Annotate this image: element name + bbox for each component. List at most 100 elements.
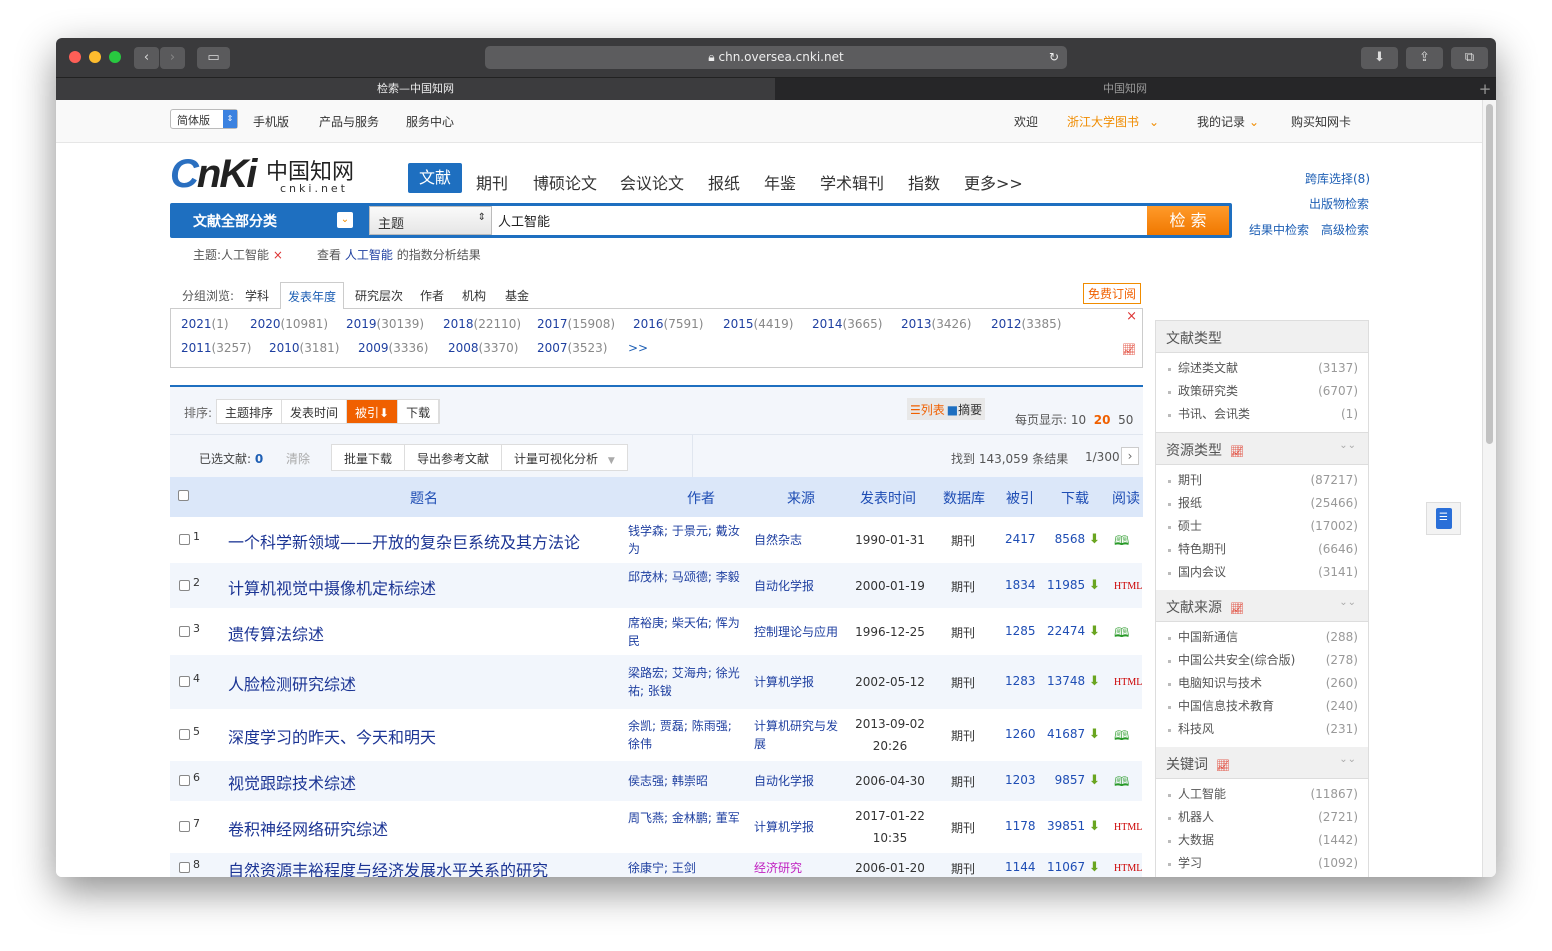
download-cell[interactable]: 41687 ⬇ (1047, 727, 1100, 741)
minimize-window-button[interactable] (89, 51, 101, 63)
trend-chart-icon[interactable]: 📈︎ (1122, 343, 1136, 356)
column-header-7[interactable]: 阅读 (1112, 488, 1140, 508)
row-checkbox[interactable] (179, 821, 190, 832)
facet-item[interactable]: 电脑知识与技术(260) (1156, 672, 1368, 695)
cross-db-link[interactable]: 跨库选择(8) (1305, 170, 1370, 187)
clear-button[interactable]: 清除 (286, 450, 310, 467)
read-cell[interactable]: 🕮︎ (1114, 532, 1129, 554)
expand-icon[interactable]: ⌄⌄ (1339, 440, 1356, 451)
column-header-2[interactable]: 来源 (787, 488, 815, 508)
sort-option-2[interactable]: 被引⬇ (347, 400, 398, 423)
download-cell[interactable]: 22474 ⬇ (1047, 624, 1100, 638)
back-button[interactable]: ‹ (134, 47, 159, 69)
sort-option-1[interactable]: 发表时间 (282, 400, 347, 423)
nav-item-newspapers[interactable]: 报纸 (708, 170, 740, 194)
facet-item[interactable]: 报纸(25466) (1156, 492, 1368, 515)
row-checkbox[interactable] (179, 534, 190, 545)
nav-item-literature[interactable]: 文献 (408, 163, 462, 193)
download-icon[interactable]: ⬇ (1089, 580, 1100, 592)
publication-search-link[interactable]: 出版物检索 (1309, 195, 1369, 212)
download-cell[interactable]: 8568 ⬇ (1055, 532, 1100, 546)
download-icon[interactable]: ⬇ (1089, 775, 1100, 787)
year-filter-2015[interactable]: 2015(4419) (723, 317, 793, 331)
citation-count[interactable]: 1178 (1005, 819, 1036, 833)
read-cell[interactable]: HTML (1114, 674, 1142, 688)
year-filter-2007[interactable]: 2007(3523) (537, 341, 607, 355)
column-header-5[interactable]: 被引 (1006, 488, 1034, 508)
source-link[interactable]: 自动化学报 (754, 577, 844, 595)
facet-item[interactable]: 中国信息技术教育(240) (1156, 695, 1368, 718)
download-icon[interactable]: ⬇ (1089, 862, 1100, 874)
citation-count[interactable]: 2417 (1005, 532, 1036, 546)
nav-item-conferences[interactable]: 会议论文 (620, 170, 684, 194)
vertical-scrollbar[interactable] (1482, 100, 1496, 877)
download-cell[interactable]: 11067 ⬇ (1047, 860, 1100, 874)
facet-item[interactable]: 中国新通信(288) (1156, 626, 1368, 649)
citation-count[interactable]: 1834 (1005, 578, 1036, 592)
reload-icon[interactable]: ↻ (1049, 46, 1059, 69)
year-filter-2009[interactable]: 2009(3336) (358, 341, 428, 355)
year-filter-2012[interactable]: 2012(3385) (991, 317, 1061, 331)
read-cell[interactable]: HTML (1114, 860, 1142, 874)
download-cell[interactable]: 9857 ⬇ (1055, 773, 1100, 787)
cnki-logo[interactable]: CnKi中国知网cnki.net (170, 152, 375, 198)
source-link[interactable]: 自动化学报 (754, 772, 844, 790)
field-select[interactable]: 主题⇕ (369, 206, 492, 235)
facet-item[interactable]: 人工智能(11867) (1156, 783, 1368, 806)
title-link[interactable]: 视觉跟踪技术综述 (228, 770, 356, 794)
facet-item[interactable]: 中国公共安全(综合版)(278) (1156, 649, 1368, 672)
row-checkbox[interactable] (179, 626, 190, 637)
facet-item[interactable]: 期刊(87217) (1156, 469, 1368, 492)
trend-chart-icon[interactable]: 📈︎ (1216, 759, 1230, 772)
row-checkbox[interactable] (179, 580, 190, 591)
download-icon[interactable]: ⬇ (1089, 676, 1100, 688)
year-filter-2016[interactable]: 2016(7591) (633, 317, 703, 331)
download-icon[interactable]: ⬇ (1089, 729, 1100, 741)
facet-item[interactable]: 硕士(17002) (1156, 515, 1368, 538)
citation-count[interactable]: 1203 (1005, 773, 1036, 787)
sidebar-toggle-icon[interactable]: ▭ (197, 47, 230, 69)
tabs-overview-icon[interactable]: ⧉ (1451, 47, 1488, 69)
citation-count[interactable]: 1260 (1005, 727, 1036, 741)
year-filter-2008[interactable]: 2008(3370) (448, 341, 518, 355)
close-icon[interactable]: × (1126, 309, 1137, 324)
column-header-3[interactable]: 发表时间 (860, 488, 916, 508)
column-header-6[interactable]: 下载 (1061, 488, 1089, 508)
version-select[interactable]: 简体版⇕ (170, 109, 238, 129)
nav-item-index[interactable]: 指数 (908, 170, 940, 194)
search-input[interactable] (492, 206, 1147, 235)
citation-count[interactable]: 1283 (1005, 674, 1036, 688)
read-cell[interactable]: 🕮︎ (1114, 773, 1129, 795)
citation-count[interactable]: 1144 (1005, 860, 1036, 874)
advanced-search-link[interactable]: 高级检索 (1321, 221, 1369, 238)
source-link[interactable]: 经济研究 (754, 859, 844, 877)
more-years-link[interactable]: >> (628, 341, 648, 355)
title-link[interactable]: 深度学习的昨天、今天和明天 (228, 724, 436, 748)
expand-icon[interactable]: ⌄⌄ (1339, 597, 1356, 608)
column-header-1[interactable]: 作者 (687, 488, 715, 508)
download-icon[interactable]: ⬇ (1089, 626, 1100, 638)
per-page-50[interactable]: 50 (1118, 413, 1133, 427)
year-filter-2013[interactable]: 2013(3426) (901, 317, 971, 331)
nav-item-more[interactable]: 更多>> (964, 170, 1023, 194)
group-tab-institution[interactable]: 机构 (462, 287, 486, 304)
year-filter-2017[interactable]: 2017(15908) (537, 317, 615, 331)
tab-search[interactable]: 检索—中国知网 (56, 78, 775, 100)
view-abstract-button[interactable]: ■摘要 (947, 403, 982, 417)
source-link[interactable]: 计算机研究与发展 (754, 717, 844, 753)
year-filter-2020[interactable]: 2020(10981) (250, 317, 328, 331)
read-cell[interactable]: 🕮︎ (1114, 624, 1129, 646)
row-checkbox[interactable] (179, 862, 190, 873)
facet-item[interactable]: 应用(1041) (1156, 875, 1368, 877)
per-page-10[interactable]: 10 (1071, 413, 1086, 427)
facet-item[interactable]: 机器人(2721) (1156, 806, 1368, 829)
facet-item[interactable]: 学习(1092) (1156, 852, 1368, 875)
html-read-icon[interactable]: HTML (1114, 581, 1142, 592)
trend-chart-icon[interactable]: 📈︎ (1230, 445, 1244, 458)
authors-link[interactable]: 梁路宏; 艾海舟; 徐光祐; 张钹 (628, 664, 746, 700)
column-header-0[interactable]: 题名 (410, 488, 438, 508)
row-checkbox[interactable] (179, 729, 190, 740)
nav-item-theses[interactable]: 博硕论文 (533, 170, 597, 194)
remove-filter-icon[interactable]: × (273, 248, 283, 262)
source-link[interactable]: 控制理论与应用 (754, 623, 844, 641)
